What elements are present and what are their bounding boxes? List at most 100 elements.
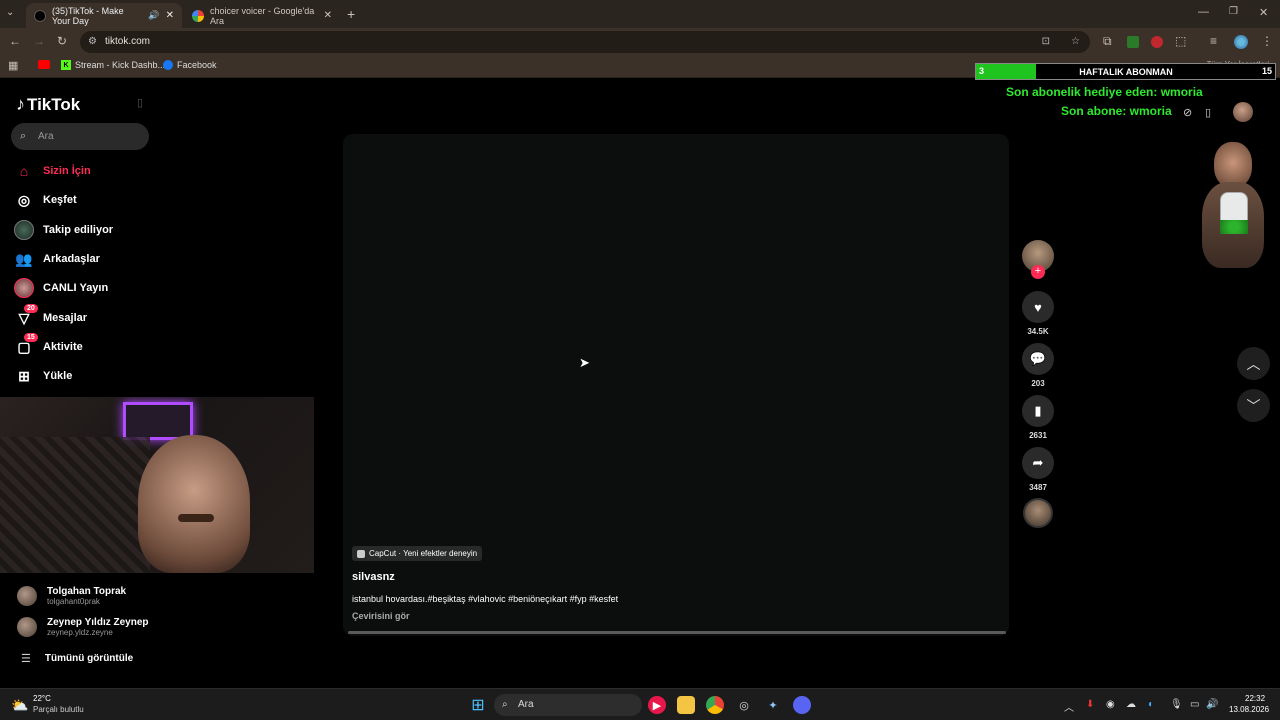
sidebar-item-messages[interactable]: ▽ 20 Mesajlar	[14, 304, 88, 330]
live-avatar-icon	[14, 278, 34, 298]
bookmark-star-icon[interactable]: ☆	[1071, 31, 1080, 53]
bookmark-youtube[interactable]	[38, 60, 54, 69]
chevron-up-icon: ︿	[1246, 355, 1261, 372]
following-account[interactable]: Tolgahan Toprak tolgahant0prak	[17, 586, 126, 606]
like-button[interactable]: ♥	[1022, 291, 1054, 323]
device-icon[interactable]: ▯	[1205, 106, 1211, 119]
effect-tag[interactable]: CapCut · Yeni efektler deneyin	[352, 546, 483, 561]
close-window-icon[interactable]: ✕	[1259, 6, 1268, 19]
network-app-icon[interactable]: ✦	[764, 696, 782, 714]
start-button[interactable]: ⊞	[469, 696, 487, 714]
next-video-button[interactable]: ﹀	[1237, 389, 1270, 422]
address-bar[interactable]: ⚙ tiktok.com ⊡ ☆	[80, 31, 1090, 53]
site-info-icon[interactable]: ⚙	[88, 31, 97, 53]
close-tab-icon[interactable]: ✕	[166, 10, 174, 21]
app-icon[interactable]: ◎	[735, 696, 753, 714]
comment-button[interactable]: 💬	[1022, 343, 1054, 375]
sidebar-item-following[interactable]: Takip ediliyor	[14, 218, 113, 242]
tab-google[interactable]: choicer voicer - Google'da Ara ✕	[184, 3, 340, 28]
taskbar-search[interactable]: ⌕ Ara	[494, 694, 642, 716]
video-author[interactable]: silvasnz	[352, 571, 395, 583]
minimize-icon[interactable]: —	[1198, 6, 1209, 18]
chrome-icon[interactable]	[706, 696, 724, 714]
gift-sub-alert: Son abonelik hediye eden: wmoria	[1006, 85, 1203, 99]
tab-title: choicer voicer - Google'da Ara	[210, 5, 315, 26]
translate-link[interactable]: Çevirisini gör	[352, 611, 410, 621]
volume-icon[interactable]: 🔊	[1206, 699, 1218, 710]
reload-icon[interactable]: ↻	[57, 34, 67, 48]
forward-icon[interactable]: →	[33, 34, 45, 48]
sidebar-item-upload[interactable]: ⊞ Yükle	[14, 364, 72, 388]
tab-tiktok[interactable]: (35)TikTok - Make Your Day 🔊 ✕	[26, 3, 182, 28]
sidebar-item-label: Arkadaşlar	[43, 253, 100, 265]
toolbar: ← → ↻ ⚙ tiktok.com ⊡ ☆ ⧉ ⬚ ≡ ⋮	[0, 28, 1280, 56]
kick-icon: K	[61, 60, 71, 70]
new-tab-icon[interactable]: +	[347, 6, 355, 22]
bookmark-facebook[interactable]: Facebook	[163, 60, 217, 70]
video-caption: istanbul hovardası.#beşiktaş #vlahovic #…	[352, 594, 619, 604]
microphone-icon[interactable]: 🎙	[1170, 699, 1183, 710]
tiktok-logo[interactable]: ♪ TikTok	[16, 94, 80, 115]
adblock-icon[interactable]	[1151, 36, 1163, 48]
chevron-down-icon: ﹀	[1246, 397, 1261, 414]
youtube-icon	[38, 60, 50, 69]
friends-icon: 👥	[15, 250, 33, 267]
sidebar-item-label: Keşfet	[43, 194, 77, 206]
weather-temp: 22°C	[33, 694, 51, 703]
search-input[interactable]: ⌕ Ara	[11, 123, 149, 150]
sidebar-item-friends[interactable]: 👥 Arkadaşlar	[14, 247, 100, 271]
tab-search-icon[interactable]: ⌄	[6, 7, 14, 18]
sub-goal-label: HAFTALIK ABONMAN	[1079, 67, 1173, 77]
tray-cloud-icon[interactable]: ☁	[1126, 699, 1136, 710]
sidebar-item-activity[interactable]: ▢ 15 Aktivite	[14, 333, 83, 359]
tray-edge-icon[interactable]: ◐	[1148, 699, 1154, 710]
avatar	[17, 617, 37, 637]
video-progress-bar[interactable]	[348, 631, 1006, 634]
sidebar-item-label: Mesajlar	[43, 312, 88, 324]
activity-badge: 15	[24, 333, 38, 342]
webcam-overlay	[0, 397, 314, 573]
facebook-icon	[163, 60, 173, 70]
music-disc-icon[interactable]	[1023, 498, 1053, 528]
see-all-link[interactable]: ☰ Tümünü görüntüle	[17, 652, 133, 665]
speaker-icon[interactable]: 🔊	[148, 10, 159, 21]
media-app-icon[interactable]: ▶	[648, 696, 666, 714]
user-avatar[interactable]	[1233, 102, 1253, 122]
windows-taskbar: ⛅ 22°C Parçalı bulutlu ⊞ ⌕ Ara ▶ ◎ ✦ ︿ ⬇…	[0, 688, 1280, 720]
mouse-cursor-icon: ➤	[579, 355, 590, 370]
list-icon: ☰	[21, 653, 31, 665]
sidebar-item-live[interactable]: CANLI Yayın	[14, 276, 108, 300]
sidebar-item-explore[interactable]: ◎ Keşfet	[14, 188, 77, 212]
share-button[interactable]: ➦	[1022, 447, 1054, 479]
apps-grid-icon[interactable]: ▦	[8, 59, 18, 72]
menu-dots-icon[interactable]: ⋮	[1261, 34, 1273, 48]
extension-green-icon[interactable]	[1127, 36, 1139, 48]
sidebar-item-for-you[interactable]: ⌂ Sizin İçin	[14, 159, 91, 183]
collapse-sidebar-icon[interactable]: ▯	[137, 96, 143, 109]
network-icon[interactable]: ▭	[1190, 699, 1199, 710]
translate-icon[interactable]: ⊡	[1042, 31, 1050, 53]
extension-icon[interactable]: ⧉	[1103, 34, 1112, 49]
effect-label: CapCut · Yeni efektler deneyin	[369, 549, 478, 558]
tray-app-icon[interactable]: ⬇	[1086, 699, 1094, 710]
maximize-icon[interactable]: ❐	[1229, 6, 1238, 17]
follow-plus-icon[interactable]: +	[1031, 265, 1045, 279]
media-controls-icon[interactable]: ≡	[1210, 34, 1217, 48]
tray-chevron-icon[interactable]: ︿	[1064, 699, 1074, 714]
following-account[interactable]: Zeynep Yıldız Zeynep zeynep.yldz.zeyne	[17, 617, 149, 637]
puzzle-extensions-icon[interactable]: ⬚	[1175, 34, 1186, 48]
tray-steam-icon[interactable]: ◉	[1106, 699, 1115, 710]
tiktok-note-icon: ♪	[16, 94, 25, 114]
save-button[interactable]: ▮	[1022, 395, 1054, 427]
file-explorer-icon[interactable]	[677, 696, 695, 714]
bookmark-kick[interactable]: K Stream - Kick Dashb...	[61, 60, 165, 70]
like-count: 34.5K	[1027, 327, 1049, 336]
previous-video-button[interactable]: ︿	[1237, 347, 1270, 380]
back-icon[interactable]: ←	[9, 34, 21, 48]
close-tab-icon[interactable]: ✕	[324, 10, 332, 21]
coin-icon[interactable]: ⊘	[1183, 106, 1192, 119]
weather-icon[interactable]: ⛅	[11, 697, 28, 714]
sidebar-item-label: Aktivite	[43, 341, 83, 353]
discord-icon[interactable]	[793, 696, 811, 714]
profile-avatar[interactable]	[1234, 35, 1248, 49]
